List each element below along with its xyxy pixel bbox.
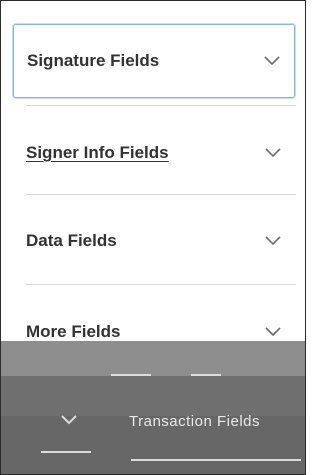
more-fields-label: More Fields	[26, 322, 121, 341]
divider	[26, 194, 296, 195]
accordion-signature-fields[interactable]: Signature Fields	[13, 24, 295, 98]
chevron-down-icon[interactable]	[264, 56, 280, 66]
chevron-down-icon[interactable]	[265, 327, 281, 337]
data-fields-label: Data Fields	[26, 231, 117, 250]
overlay-line	[131, 459, 301, 461]
overlay-line	[41, 451, 91, 453]
overlay-band-top	[1, 341, 305, 376]
accordion-signer-info-fields[interactable]: Signer Info Fields	[13, 121, 295, 185]
accordion-data-fields[interactable]: Data Fields	[13, 209, 295, 273]
overlay-line	[111, 374, 151, 376]
chevron-down-icon[interactable]	[265, 236, 281, 246]
chevron-down-icon[interactable]	[61, 415, 77, 425]
accordion-transaction-fields[interactable]: Transaction Fields	[1, 409, 305, 437]
divider	[26, 284, 296, 285]
divider	[26, 105, 296, 106]
signer-info-fields-label: Signer Info Fields	[26, 143, 169, 162]
field-accordion-panel: Signature Fields Signer Info Fields Data…	[0, 0, 306, 475]
dimmed-overlay	[1, 341, 305, 474]
signature-fields-label: Signature Fields	[27, 51, 160, 70]
overlay-line	[191, 374, 221, 376]
transaction-fields-label: Transaction Fields	[129, 413, 260, 430]
chevron-down-icon[interactable]	[265, 148, 281, 158]
